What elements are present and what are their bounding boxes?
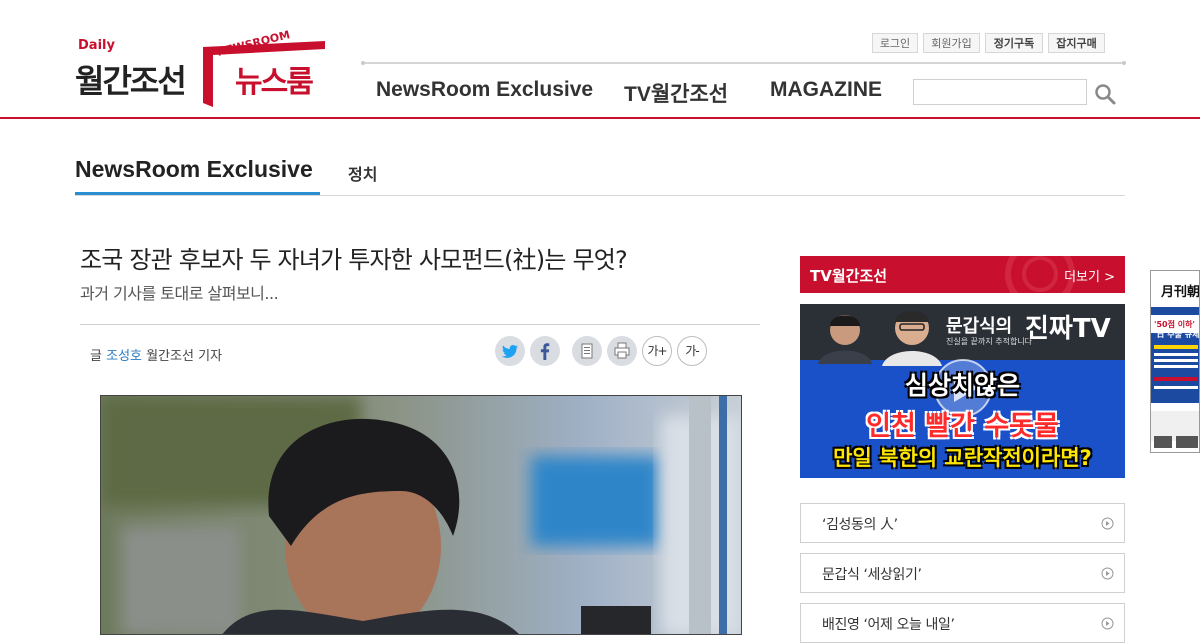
print-icon (614, 342, 630, 359)
byline: 글 조성호 월간조선 기자 (90, 345, 222, 364)
author-link[interactable]: 조성호 (106, 349, 142, 364)
circle-arrow-right-icon (1101, 567, 1114, 580)
series-item-moon[interactable]: 문갑식 ‘세상읽기’ (800, 553, 1125, 593)
thumbnail-show-name: 진짜TV (1025, 314, 1111, 344)
tab-politics[interactable]: 정치 (348, 161, 377, 185)
top-divider (364, 62, 1126, 64)
font-increase-button[interactable]: 가+ (642, 336, 672, 366)
circle-arrow-right-icon (1101, 617, 1114, 630)
login-link[interactable]: 로그인 (872, 33, 918, 53)
article-divider (80, 324, 760, 325)
tv-more-link[interactable]: 더보기 > (1064, 266, 1115, 285)
share-facebook-button[interactable] (530, 336, 560, 366)
share-twitter-button[interactable] (495, 336, 525, 366)
print-button[interactable] (607, 336, 637, 366)
site-logo[interactable]: Daily 월간조선 NEWSROOM 뉴스룸 (75, 28, 327, 113)
magazine-cover[interactable]: 月刊朝 '50점 이하' '日 수출 규제 (1150, 270, 1200, 453)
top-divider-dot (1122, 61, 1126, 65)
series-item-kim[interactable]: ‘김성동의 人’ (800, 503, 1125, 543)
font-decrease-button[interactable]: 가- (677, 336, 707, 366)
top-divider-dot (361, 61, 365, 65)
nav-tv-monthly[interactable]: TV월간조선 (624, 78, 728, 108)
subscribe-link[interactable]: 정기구독 (985, 33, 1043, 53)
twitter-icon (502, 345, 518, 358)
header-divider (0, 117, 1200, 119)
byline-prefix: 글 (90, 349, 102, 364)
copy-article-button[interactable] (572, 336, 602, 366)
article-photo (100, 395, 742, 635)
nav-magazine[interactable]: MAGAZINE (770, 78, 882, 102)
tv-monthly-header: TV월간조선 더보기 > (800, 256, 1125, 293)
logo-main-text: 월간조선 (75, 62, 187, 100)
thumbnail-headline-2: 인천 빨간 수돗물 (866, 411, 1059, 442)
document-icon (581, 343, 593, 359)
buy-magazine-link[interactable]: 잡지구매 (1048, 33, 1105, 53)
thumbnail-headline-3: 만일 북한의 교란작전이라면? (833, 446, 1092, 470)
magazine-headline: '日 수출 규제 (1154, 330, 1200, 339)
article-subtitle: 과거 기사를 토대로 살펴보니... (80, 284, 279, 303)
series-item-label: ‘김성동의 人’ (822, 517, 898, 533)
signup-link[interactable]: 회원가입 (923, 33, 980, 53)
section-title[interactable]: NewsRoom Exclusive (75, 156, 313, 183)
search-icon[interactable] (1093, 82, 1117, 106)
search-input[interactable] (913, 79, 1087, 105)
thumbnail-headline-1: 심상치않은 (904, 371, 1020, 400)
nav-newsroom-exclusive[interactable]: NewsRoom Exclusive (376, 78, 593, 102)
logo-red-text: 뉴스룸 (235, 65, 314, 100)
byline-org: 월간조선 기자 (146, 349, 223, 364)
article-title: 조국 장관 후보자 두 자녀가 투자한 사모펀드(社)는 무엇? (80, 246, 628, 274)
thumbnail-show-sub: 진실을 끝까지 추적합니다 (946, 337, 1033, 346)
series-item-label: 문갑식 ‘세상읽기’ (822, 567, 922, 583)
circle-arrow-right-icon (1101, 517, 1114, 530)
magazine-cover-art (1151, 307, 1199, 448)
series-item-label: 배진영 ‘어제 오늘 내일’ (822, 617, 955, 633)
thumbnail-show-prefix: 문갑식의 (946, 316, 1013, 337)
section-divider (75, 195, 1125, 196)
facebook-icon (540, 343, 550, 360)
logo-daily-text: Daily (78, 38, 115, 53)
series-item-bae[interactable]: 배진영 ‘어제 오늘 내일’ (800, 603, 1125, 643)
tv-monthly-title: TV월간조선 (810, 267, 888, 285)
tv-video-thumbnail[interactable]: 문갑식의 진짜TV 진실을 끝까지 추적합니다 심상치않은 인천 빨간 수돗물 … (800, 304, 1125, 478)
